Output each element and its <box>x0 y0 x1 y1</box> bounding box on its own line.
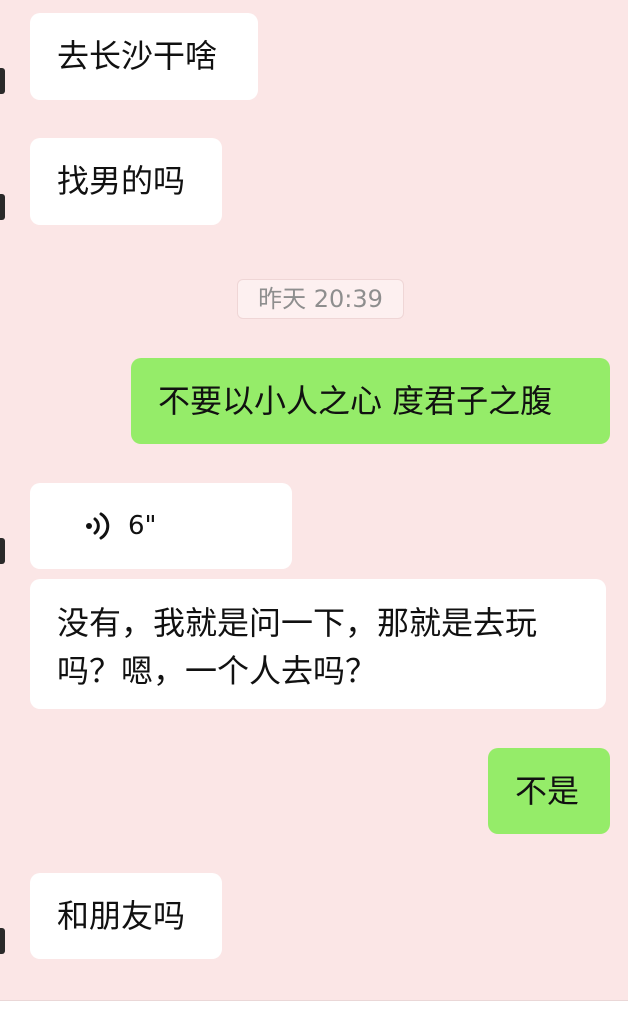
avatar[interactable] <box>0 194 5 220</box>
message-text: 找男的吗 <box>57 162 186 200</box>
message-text: 去长沙干啥 <box>57 37 218 75</box>
message-bubble-incoming[interactable]: 去长沙干啥 <box>30 13 258 100</box>
message-bubble-outgoing[interactable]: 不是 <box>488 748 610 834</box>
message-text: 不要以小人之心 度君子之腹 <box>158 382 553 420</box>
voice-wave-icon <box>86 512 110 540</box>
message-text-line-1: 没有，我就是问一下，那就是去玩 <box>57 604 538 642</box>
voice-duration: 6" <box>128 511 157 541</box>
avatar[interactable] <box>0 68 5 94</box>
message-bubble-outgoing[interactable]: 不要以小人之心 度君子之腹 <box>131 358 610 444</box>
message-bubble-incoming[interactable]: 和朋友吗 <box>30 873 222 959</box>
input-bar-edge <box>0 1000 628 1025</box>
timestamp: 昨天 20:39 <box>237 279 404 319</box>
message-text: 不是 <box>515 772 580 810</box>
message-bubble-incoming[interactable]: 没有，我就是问一下，那就是去玩 吗？嗯，一个人去吗？ <box>30 579 606 709</box>
message-text: 和朋友吗 <box>57 897 186 935</box>
voice-message-bubble[interactable]: 6" <box>30 483 292 569</box>
avatar[interactable] <box>0 928 5 954</box>
message-bubble-incoming[interactable]: 找男的吗 <box>30 138 222 225</box>
avatar[interactable] <box>0 538 5 564</box>
message-text-line-2: 吗？嗯，一个人去吗？ <box>57 652 378 690</box>
